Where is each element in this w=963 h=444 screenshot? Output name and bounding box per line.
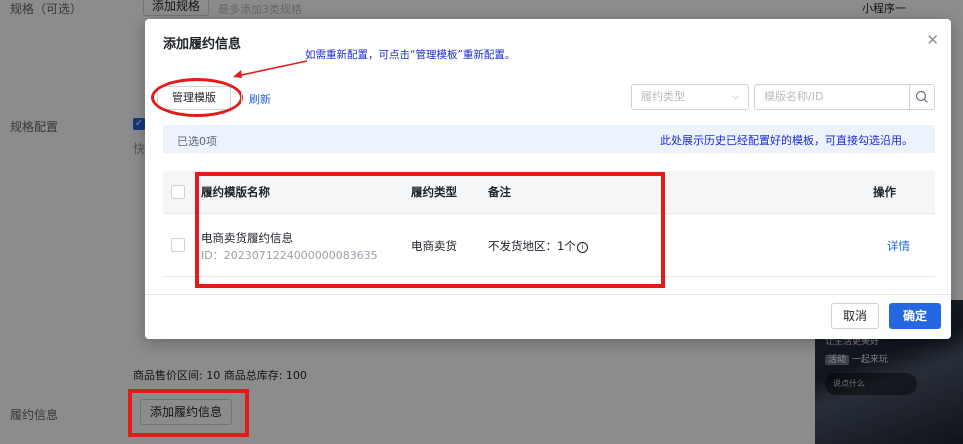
modal-title: 添加履约信息 (163, 37, 242, 52)
detail-link[interactable]: 详情 (887, 238, 910, 254)
cancel-button[interactable]: 取消 (831, 303, 879, 329)
footer-divider (145, 294, 951, 295)
annotation-box-table (195, 172, 665, 288)
history-note: 此处展示历史已经配置好的模板，可直接勾选沿用。 (660, 134, 913, 147)
annotation-ellipse (151, 78, 243, 117)
annotation-box-add-button (128, 389, 249, 437)
search-button[interactable] (909, 84, 935, 110)
chevron-down-icon: ⌵ (732, 92, 739, 102)
row-checkbox[interactable] (171, 238, 185, 252)
close-icon[interactable]: ✕ (926, 31, 939, 49)
confirm-button[interactable]: 确定 (889, 303, 941, 329)
column-action: 操作 (873, 185, 896, 199)
selected-count: 已选0项 (177, 135, 217, 148)
fulfillment-type-placeholder: 履约类型 (641, 90, 685, 103)
search-icon (915, 90, 928, 103)
annotation-text: 如需重新配置，可点击“管理模板”重新配置。 (305, 49, 516, 61)
fulfillment-type-select[interactable]: 履约类型 ⌵ (631, 84, 749, 110)
add-fulfillment-modal: 添加履约信息 ✕ 如需重新配置，可点击“管理模板”重新配置。 管理模版 刷新 履… (145, 19, 951, 339)
toolbar-divider (241, 90, 242, 104)
template-search-input[interactable]: 模版名称/ID (754, 84, 909, 110)
refresh-link[interactable]: 刷新 (249, 91, 271, 107)
annotation-arrow-icon (233, 60, 308, 78)
selection-info-bar: 已选0项 此处展示历史已经配置好的模板，可直接勾选沿用。 (163, 125, 935, 153)
select-all-checkbox[interactable] (171, 185, 185, 199)
